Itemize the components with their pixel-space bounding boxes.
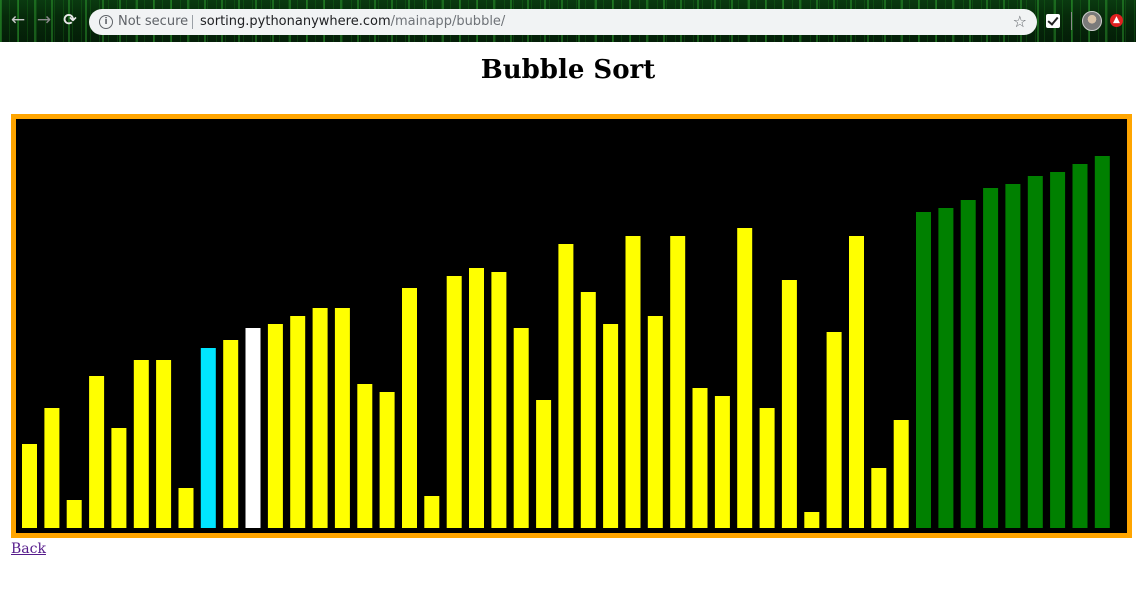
bar-47 [1072,164,1088,528]
reload-icon[interactable]: ⟳ [60,10,80,30]
bar-19 [446,276,462,528]
bar-5 [133,360,149,528]
bar-33 [759,408,775,528]
bar-14 [334,308,350,528]
profile-avatar[interactable] [1082,11,1102,31]
bar-8 [200,348,216,528]
bar-25 [580,292,596,528]
bar-40 [916,212,931,528]
bar-41 [938,208,954,528]
address-divider [192,15,193,29]
toolbar-divider [1071,12,1072,30]
back-arrow-icon[interactable]: ← [8,10,28,30]
bar-7 [178,488,194,528]
bar-35 [804,512,820,528]
bar-45 [1027,176,1043,528]
page-title: Bubble Sort [480,55,656,85]
forward-arrow-icon[interactable]: → [34,10,54,30]
bar-38 [871,468,887,528]
bar-32 [737,228,753,528]
extension-badge-icon[interactable]: ▲ [1110,14,1123,27]
bar-30 [692,388,708,528]
bar-26 [603,324,619,528]
bar-43 [983,188,999,528]
bar-39 [893,420,909,528]
url-text[interactable]: sorting.pythonanywhere.com/mainapp/bubbl… [200,14,505,29]
bar-18 [424,496,440,528]
url-host: sorting.pythonanywhere.com [200,14,391,29]
bar-3 [89,376,105,528]
bar-37 [849,236,864,528]
bar-13 [312,308,328,528]
bar-15 [357,384,373,528]
browser-toolbar: ← → ⟳ i Not secure sorting.pythonanywher… [0,0,1136,42]
bar-10 [245,328,261,528]
bar-46 [1050,172,1066,528]
bar-17 [402,288,417,528]
bar-36 [826,332,842,528]
bar-44 [1005,184,1021,528]
bar-21 [491,272,507,528]
bar-22 [513,328,529,528]
bar-23 [536,400,552,528]
bar-11 [267,324,283,528]
bookmark-star-icon[interactable]: ☆ [1013,12,1027,31]
bar-16 [379,392,395,528]
bar-2 [66,500,82,528]
bars-chart [22,156,1110,528]
bar-1 [44,408,60,528]
security-label: Not secure [118,14,189,29]
bar-6 [156,360,172,528]
bar-48 [1094,156,1110,528]
back-link[interactable]: Back [11,541,46,557]
info-icon[interactable]: i [99,15,113,29]
bar-28 [647,316,663,528]
bar-42 [960,200,976,528]
sort-visualization-canvas [11,114,1132,538]
bar-34 [781,280,797,528]
bar-24 [558,244,574,528]
address-bar[interactable]: i Not secure sorting.pythonanywhere.com/… [89,9,1037,35]
bar-0 [22,444,37,528]
bar-12 [290,316,306,528]
bar-4 [111,428,127,528]
bar-27 [625,236,641,528]
checkbox-extension-icon[interactable] [1046,14,1060,28]
bar-20 [469,268,484,528]
url-path: /mainapp/bubble/ [390,14,506,29]
bar-29 [670,236,686,528]
bar-31 [714,396,730,528]
bar-9 [223,340,239,528]
